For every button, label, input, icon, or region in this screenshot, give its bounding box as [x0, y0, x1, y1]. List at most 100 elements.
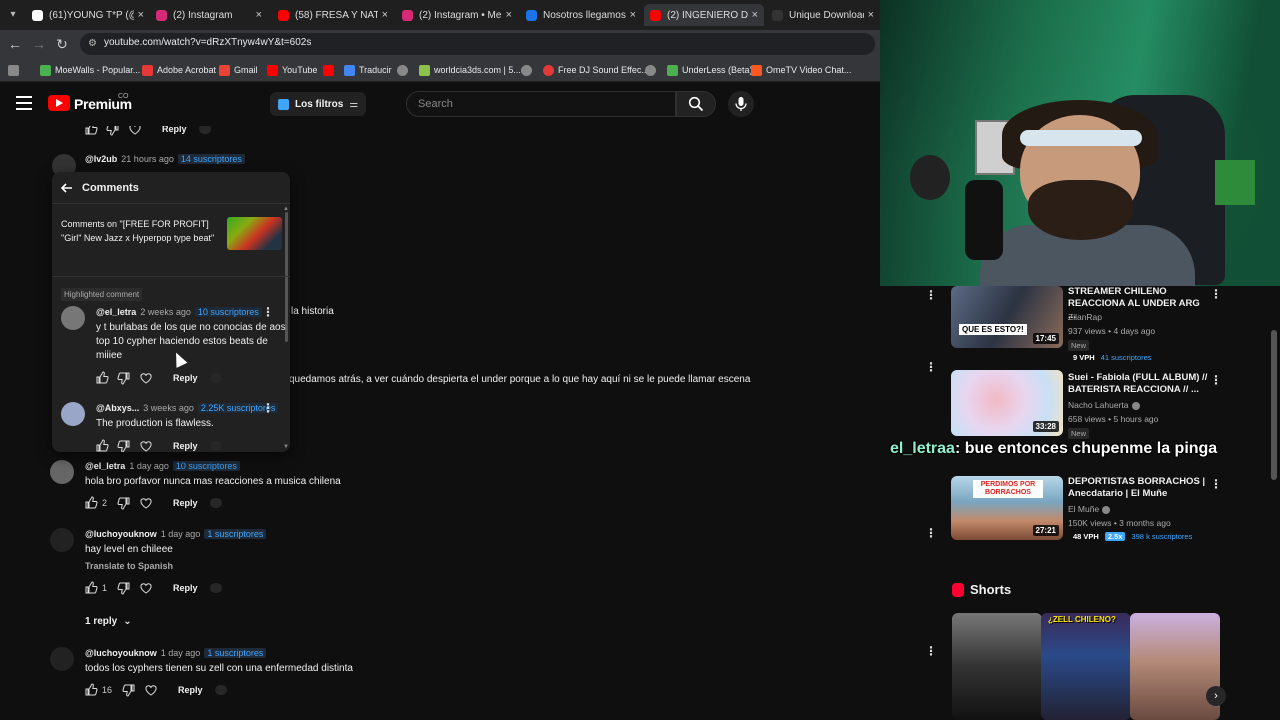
- bookmark-item[interactable]: Traducir: [344, 62, 392, 78]
- voice-search-button[interactable]: [728, 91, 754, 117]
- channel-name[interactable]: ZilanRap: [1068, 312, 1102, 322]
- browser-tab[interactable]: (61)YOUNG T*P (@y ×: [26, 4, 150, 26]
- heart-icon[interactable]: [139, 581, 153, 595]
- browser-tab-active[interactable]: (2) INGENIERO DE SC ×: [644, 4, 764, 26]
- short-thumbnail[interactable]: [1041, 613, 1131, 720]
- avatar[interactable]: [61, 306, 85, 330]
- apps-grid-icon[interactable]: [8, 62, 23, 78]
- comment-author[interactable]: @Abxys... 3 weeks ago 2.25K suscriptores: [96, 403, 279, 413]
- heart-icon[interactable]: [139, 496, 153, 510]
- bookmark-item[interactable]: worldcia3ds.com | 5...: [419, 62, 521, 78]
- sidebar-scrollbar[interactable]: [1271, 330, 1277, 480]
- short-thumbnail[interactable]: [1130, 613, 1220, 720]
- bookmark-item[interactable]: [521, 62, 536, 78]
- avatar[interactable]: [50, 460, 74, 484]
- scroll-down-arrow-icon[interactable]: ▼: [283, 444, 289, 450]
- reload-icon[interactable]: ↻: [53, 35, 71, 53]
- more-options-icon[interactable]: ⋮: [925, 360, 937, 374]
- video-title[interactable]: DEPORTISTAS BORRACHOS | Anecdatario | El…: [1068, 476, 1208, 500]
- bookmark-item[interactable]: [323, 62, 338, 78]
- heart-icon[interactable]: [128, 126, 142, 136]
- dislike-icon[interactable]: [117, 439, 131, 452]
- comment-author[interactable]: @el_letra 2 weeks ago 10 suscriptores: [96, 307, 262, 317]
- bookmark-item[interactable]: [397, 62, 412, 78]
- more-options-icon[interactable]: ⋮: [1210, 478, 1222, 492]
- browser-tab[interactable]: (2) Instagram ×: [150, 4, 268, 26]
- omnibox[interactable]: ⚙ youtube.com/watch?v=dRzXTnyw4wY&t=602s: [80, 33, 875, 55]
- translate-pill-icon[interactable]: [209, 373, 222, 383]
- browser-tab[interactable]: Unique Download Li ×: [766, 4, 880, 26]
- video-thumbnail[interactable]: 33:28: [951, 370, 1063, 436]
- heart-icon[interactable]: [144, 683, 158, 697]
- menu-icon[interactable]: [16, 96, 32, 110]
- bookmark-item[interactable]: UnderLess (Beta): [667, 62, 753, 78]
- related-video-card[interactable]: ⋮ PERDIMOS POR BORRACHOS 27:21 DEPORTIST…: [880, 476, 1280, 556]
- channel-name[interactable]: El Muñe: [1068, 504, 1111, 514]
- heart-icon[interactable]: [139, 371, 153, 385]
- show-replies-button[interactable]: 1 reply ⌄: [85, 616, 132, 627]
- more-options-icon[interactable]: ⋮: [925, 288, 937, 302]
- heart-icon[interactable]: [139, 439, 153, 452]
- avatar[interactable]: [50, 647, 74, 671]
- bookmark-item[interactable]: OmeTV Video Chat...: [751, 62, 851, 78]
- like-icon[interactable]: [84, 683, 98, 697]
- site-info-icon[interactable]: ⚙: [88, 37, 102, 51]
- translate-pill-icon[interactable]: [209, 583, 222, 593]
- like-icon[interactable]: [95, 371, 109, 385]
- avatar[interactable]: [50, 528, 74, 552]
- more-options-icon[interactable]: ⋮: [262, 305, 274, 319]
- more-options-icon[interactable]: ⋮: [262, 401, 274, 415]
- more-options-icon[interactable]: ⋮: [925, 526, 937, 540]
- reply-button[interactable]: Reply: [173, 583, 198, 593]
- like-icon[interactable]: [84, 496, 98, 510]
- short-thumbnail[interactable]: [952, 613, 1042, 720]
- browser-tab[interactable]: (58) FRESA Y NATA - ×: [272, 4, 394, 26]
- comment-author[interactable]: @lv2ub 21 hours ago 14 suscriptores: [85, 154, 245, 164]
- related-video-card[interactable]: ⋮ QUE ES ESTO?! 17:45 STREAMER CHILENO R…: [880, 286, 1280, 366]
- dislike-icon[interactable]: [117, 371, 131, 385]
- translate-pill-icon[interactable]: [214, 685, 227, 695]
- close-tab-icon[interactable]: ×: [382, 9, 388, 21]
- reply-button[interactable]: Reply: [173, 498, 198, 508]
- chevron-right-icon[interactable]: ›: [1206, 686, 1226, 706]
- reply-button[interactable]: Reply: [178, 685, 203, 695]
- dislike-icon[interactable]: [117, 496, 131, 510]
- reply-button[interactable]: Reply: [173, 373, 198, 383]
- video-thumbnail[interactable]: QUE ES ESTO?! 17:45: [951, 286, 1063, 348]
- close-tab-icon[interactable]: ×: [256, 9, 262, 21]
- more-options-icon[interactable]: ⋮: [1210, 374, 1222, 388]
- forward-icon[interactable]: →: [30, 35, 48, 53]
- more-options-icon[interactable]: ⋮: [1210, 288, 1222, 302]
- close-tab-icon[interactable]: ×: [506, 9, 512, 21]
- close-tab-icon[interactable]: ×: [752, 9, 758, 21]
- like-icon[interactable]: [84, 581, 98, 595]
- translate-pill-icon[interactable]: [209, 498, 222, 508]
- dislike-icon[interactable]: [117, 581, 131, 595]
- close-tab-icon[interactable]: ×: [868, 9, 874, 21]
- comment-author[interactable]: @luchoyouknow 1 day ago 1 suscriptores: [85, 648, 267, 658]
- video-thumbnail[interactable]: [227, 217, 282, 250]
- comment-author[interactable]: @el_letra 1 day ago 10 suscriptores: [85, 461, 240, 471]
- reply-button[interactable]: Reply: [162, 126, 187, 134]
- comment-author[interactable]: @luchoyouknow 1 day ago 1 suscriptores: [85, 529, 267, 539]
- search-input[interactable]: Search: [406, 91, 676, 117]
- back-icon[interactable]: ←: [6, 35, 24, 53]
- bookmark-item[interactable]: Adobe Acrobat: [142, 62, 216, 78]
- browser-tab[interactable]: Nosotros llegamos M ×: [520, 4, 642, 26]
- like-icon[interactable]: [95, 439, 109, 452]
- bookmark-item[interactable]: Free DJ Sound Effec...: [543, 62, 649, 78]
- bookmark-item[interactable]: YouTube: [267, 62, 317, 78]
- translate-link[interactable]: Translate to Spanish: [85, 561, 173, 571]
- bookmark-item[interactable]: Gmail: [219, 62, 258, 78]
- filters-button[interactable]: Los filtros ⚌: [270, 92, 367, 116]
- reply-button[interactable]: Reply: [173, 441, 198, 451]
- browser-tab[interactable]: (2) Instagram • Mens ×: [396, 4, 518, 26]
- back-arrow-icon[interactable]: [60, 181, 74, 195]
- channel-name[interactable]: Nacho Lahuerta: [1068, 400, 1140, 410]
- search-button[interactable]: [676, 91, 716, 117]
- translate-pill-icon[interactable]: [198, 126, 211, 134]
- video-thumbnail[interactable]: PERDIMOS POR BORRACHOS 27:21: [951, 476, 1063, 540]
- translate-pill-icon[interactable]: [209, 441, 222, 451]
- bookmark-item[interactable]: [645, 62, 660, 78]
- dislike-icon[interactable]: [106, 126, 120, 136]
